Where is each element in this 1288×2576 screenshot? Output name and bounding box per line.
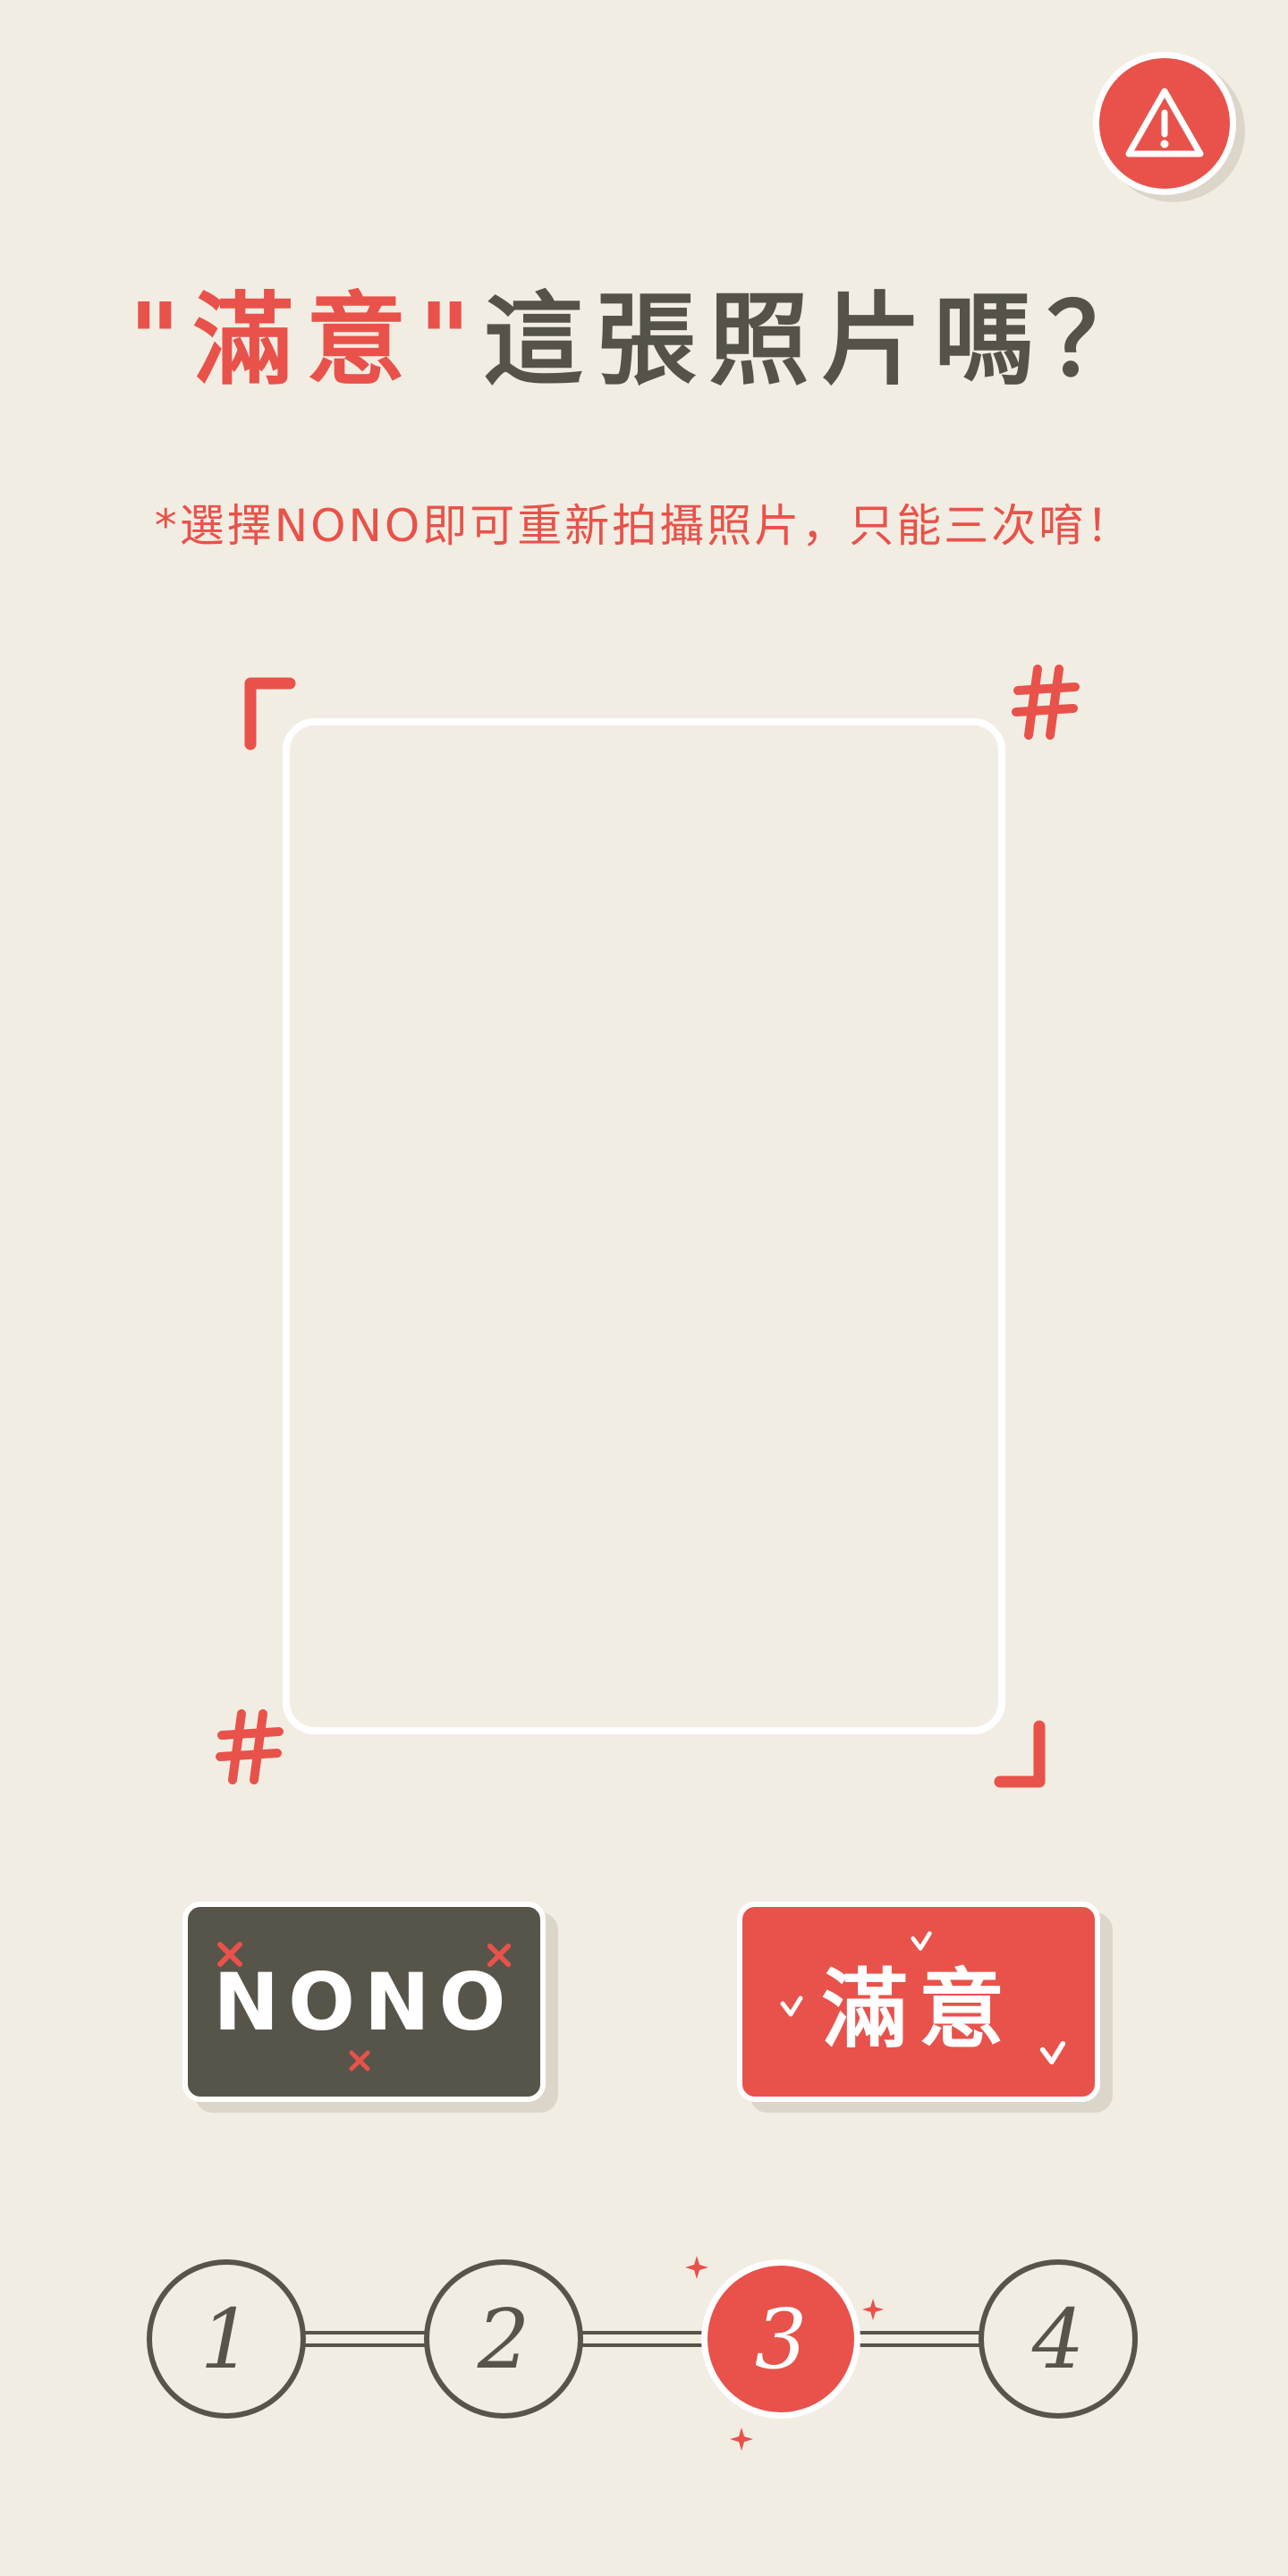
step-connector-line-bottom [224,2343,1064,2347]
check-sparkle-icon [780,1996,803,2017]
warning-triangle-icon [1125,88,1204,157]
warning-button[interactable] [1093,52,1236,195]
satisfied-confirm-button[interactable]: 滿意 [737,1902,1100,2102]
hash-doodle-bottom-left [216,1709,284,1784]
step-number: 1 [199,2291,253,2387]
check-sparkle-icon [1039,2040,1066,2065]
title-quote-close: " [419,283,484,399]
corner-bracket-bottom-right [994,1720,1046,1788]
page-title: "滿意"這張照片嗎？ [0,259,1288,404]
check-sparkle-icon [911,1931,932,1951]
star-sparkle-icon [685,2256,708,2279]
nono-retake-button[interactable]: NONO [182,1902,546,2102]
step-number: 4 [1031,2291,1085,2387]
star-sparkle-icon [730,2428,753,2451]
step-indicator-1: 1 [147,2259,306,2419]
title-accent-word: 滿意 [193,283,419,399]
cross-sparkle-icon [349,2050,370,2072]
photo-preview-frame [283,718,1005,1734]
step-indicator-3-current: 3 [701,2259,860,2419]
step-number: 3 [754,2291,808,2387]
star-sparkle-icon [861,2298,885,2321]
step-indicator-4: 4 [979,2259,1138,2419]
step-connector-line-top [224,2331,1064,2334]
title-rest: 這張照片嗎？ [483,283,1160,399]
step-number: 2 [477,2291,530,2387]
nono-button-label: NONO [213,1955,515,2048]
cross-sparkle-icon [487,1943,512,1968]
retake-hint: *選擇NONO即可重新拍攝照片，只能三次唷！ [154,500,1134,552]
cross-sparkle-icon [217,1942,242,1967]
hash-doodle-top-right [1012,665,1080,740]
step-indicator-2: 2 [424,2259,583,2419]
title-quote-open: " [128,283,193,399]
satisfied-button-label: 滿意 [822,1959,1015,2060]
